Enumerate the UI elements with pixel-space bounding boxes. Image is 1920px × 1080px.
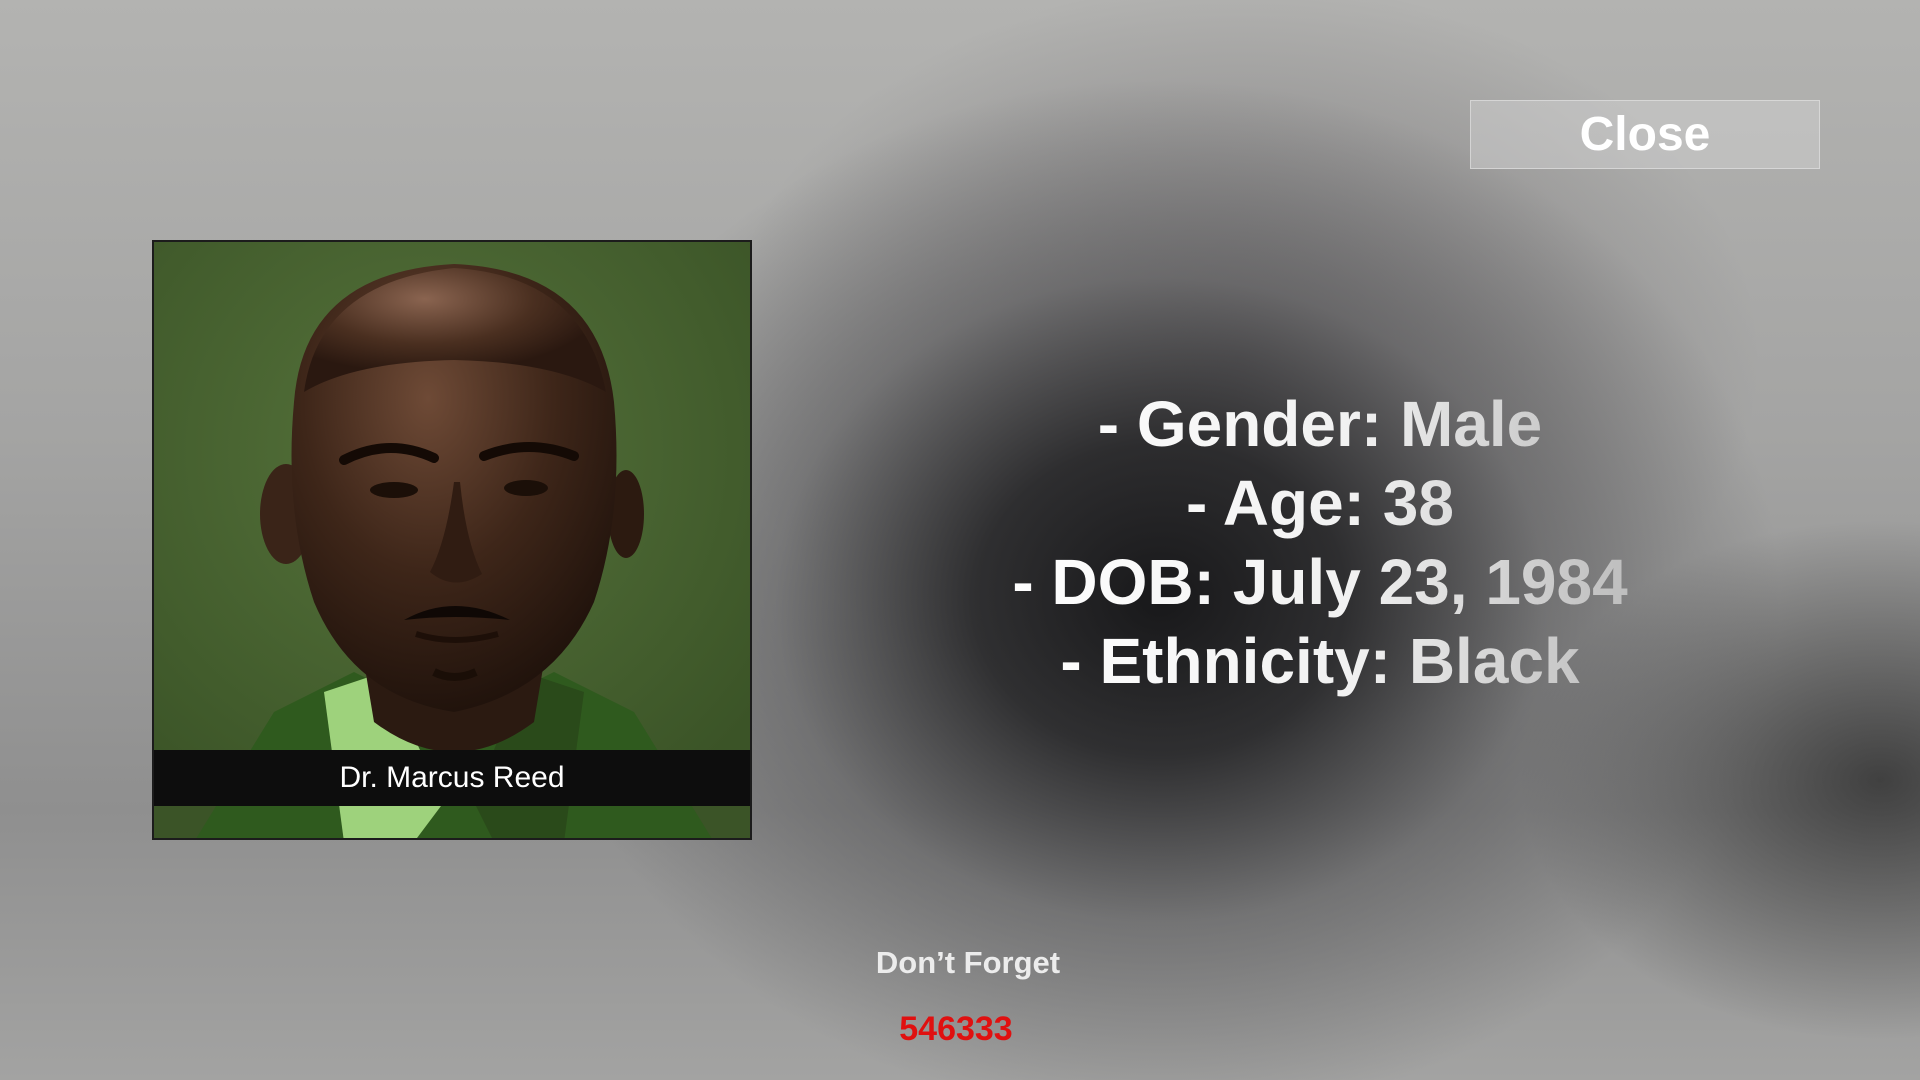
reminder-label: Don’t Forget [875,945,1061,980]
character-portrait: Dr. Marcus Reed [152,240,752,840]
reminder-code: 546333 [899,1010,1013,1048]
detail-dob: - DOB: July 23, 1984 [980,543,1660,622]
detail-gender: - Gender: Male [980,385,1660,464]
character-name: Dr. Marcus Reed [154,750,750,806]
close-button[interactable]: Close [1470,100,1820,169]
character-details: - Gender: Male - Age: 38 - DOB: July 23,… [980,385,1660,701]
detail-age: - Age: 38 [980,464,1660,543]
detail-ethnicity: - Ethnicity: Black [980,622,1660,701]
